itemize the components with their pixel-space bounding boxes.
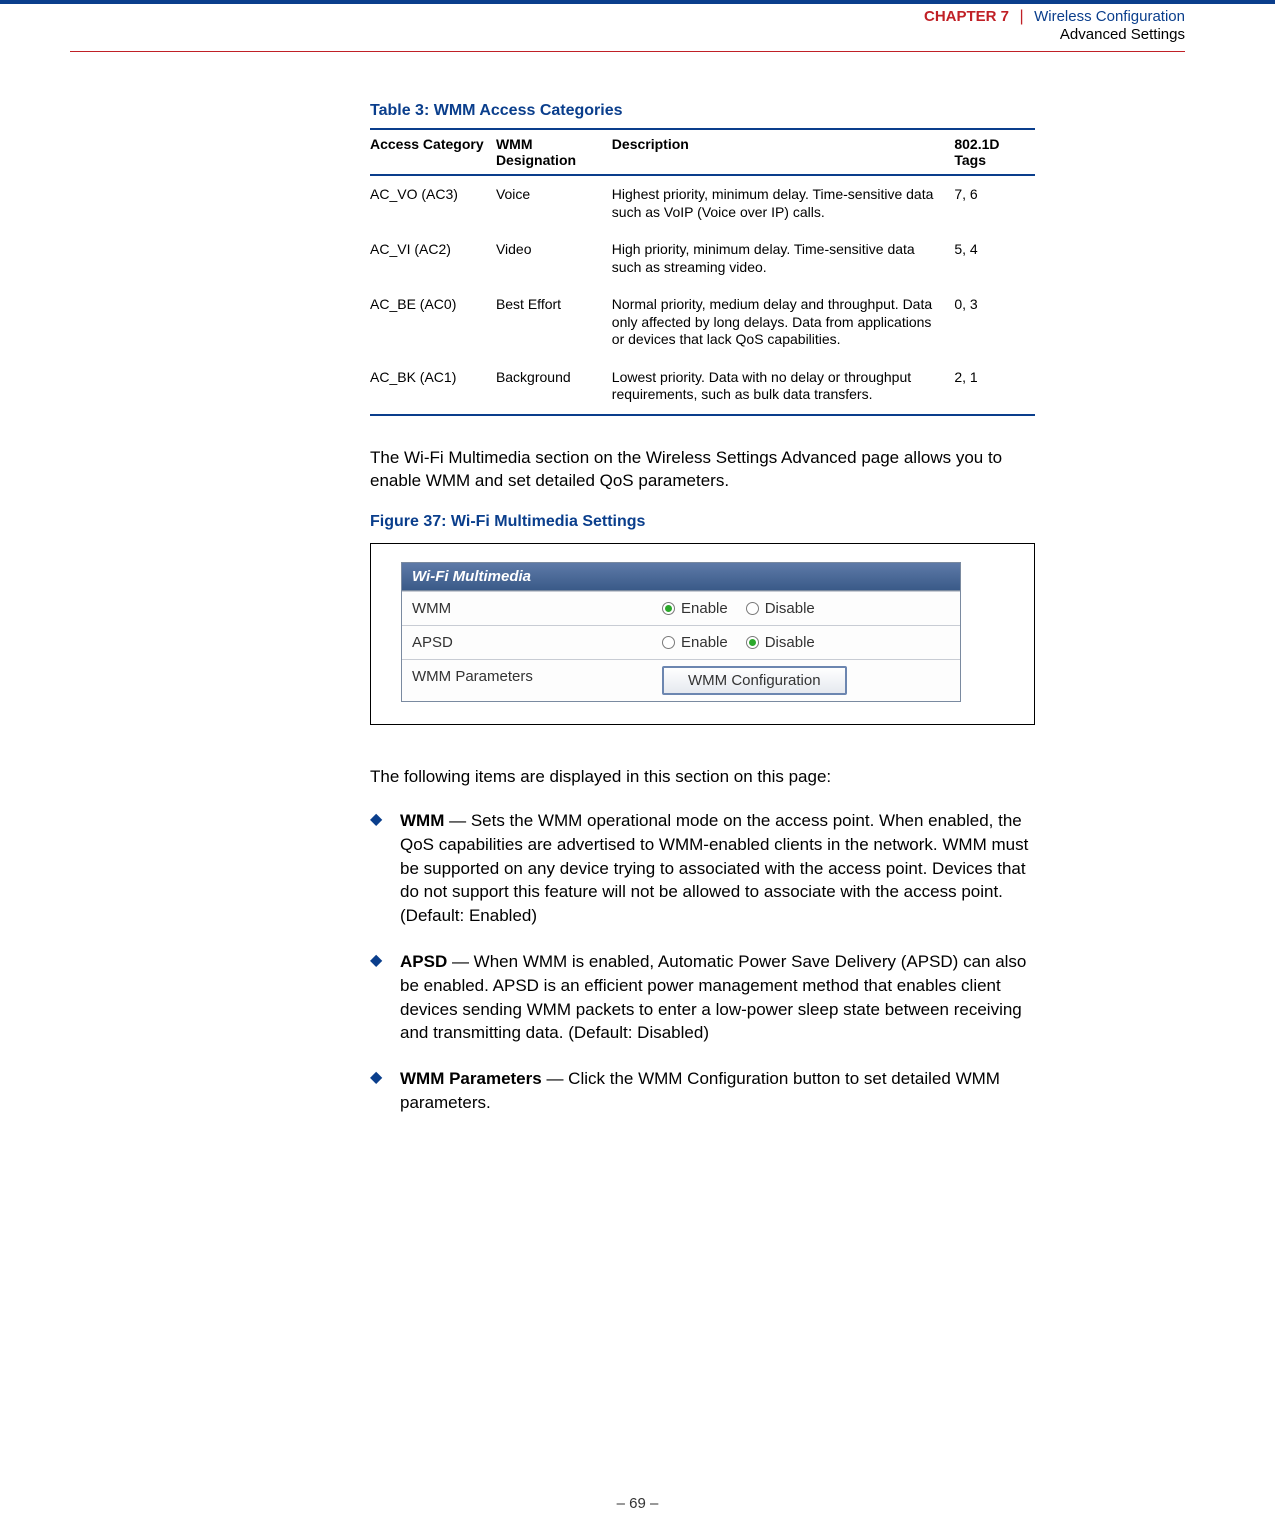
items-intro: The following items are displayed in thi… <box>370 765 1035 789</box>
cell-description: High priority, minimum delay. Time-sensi… <box>612 231 955 286</box>
table-row: AC_BE (AC0) Best Effort Normal priority,… <box>370 286 1035 359</box>
table-row: AC_VO (AC3) Voice Highest priority, mini… <box>370 175 1035 231</box>
item-term: WMM <box>400 811 444 830</box>
apsd-enable-text: Enable <box>681 634 728 651</box>
cell-wmm-designation: Background <box>496 359 612 415</box>
cell-tags: 7, 6 <box>954 175 1035 231</box>
list-item: ◆ APSD — When WMM is enabled, Automatic … <box>370 950 1035 1045</box>
item-text: — Sets the WMM operational mode on the a… <box>400 811 1028 925</box>
chapter-label: CHAPTER 7 <box>924 8 1009 25</box>
cell-access-category: AC_VO (AC3) <box>370 175 496 231</box>
th-access-category: Access Category <box>370 129 496 175</box>
item-term: APSD <box>400 952 447 971</box>
apsd-disable-radio[interactable] <box>746 636 759 649</box>
apsd-enable-radio[interactable] <box>662 636 675 649</box>
cell-description: Lowest priority. Data with no delay or t… <box>612 359 955 415</box>
header-divider: | <box>1013 8 1029 25</box>
wmm-configuration-button[interactable]: WMM Configuration <box>662 666 847 695</box>
table-title: Table 3: WMM Access Categories <box>370 102 1035 120</box>
items-list: ◆ WMM — Sets the WMM operational mode on… <box>370 809 1035 1115</box>
list-item: ◆ WMM Parameters — Click the WMM Configu… <box>370 1067 1035 1115</box>
cell-wmm-designation: Voice <box>496 175 612 231</box>
cell-description: Normal priority, medium delay and throug… <box>612 286 955 359</box>
header-rule <box>70 51 1185 52</box>
th-description: Description <box>612 129 955 175</box>
table-row: AC_VI (AC2) Video High priority, minimum… <box>370 231 1035 286</box>
wifi-multimedia-panel: Wi-Fi Multimedia WMM Enable Disable APSD <box>401 562 961 702</box>
wmm-params-label: WMM Parameters <box>402 660 652 701</box>
diamond-bullet-icon: ◆ <box>370 809 400 928</box>
diamond-bullet-icon: ◆ <box>370 950 400 1045</box>
chapter-subtitle: Advanced Settings <box>0 26 1185 43</box>
cell-tags: 5, 4 <box>954 231 1035 286</box>
cell-access-category: AC_VI (AC2) <box>370 231 496 286</box>
wmm-disable-radio[interactable] <box>746 602 759 615</box>
wmm-enable-radio[interactable] <box>662 602 675 615</box>
table-row: AC_BK (AC1) Background Lowest priority. … <box>370 359 1035 415</box>
apsd-disable-text: Disable <box>765 634 815 651</box>
cell-access-category: AC_BE (AC0) <box>370 286 496 359</box>
item-text: — When WMM is enabled, Automatic Power S… <box>400 952 1026 1042</box>
chapter-title: Wireless Configuration <box>1034 8 1185 25</box>
intro-paragraph: The Wi-Fi Multimedia section on the Wire… <box>370 446 1035 494</box>
figure-title: Figure 37: Wi-Fi Multimedia Settings <box>370 513 1035 531</box>
cell-wmm-designation: Video <box>496 231 612 286</box>
wmm-access-categories-table: Access Category WMM Designation Descript… <box>370 128 1035 416</box>
wmm-enable-text: Enable <box>681 600 728 617</box>
th-8021d-tags: 802.1D Tags <box>954 129 1035 175</box>
wmm-row: WMM Enable Disable <box>402 591 960 625</box>
cell-tags: 2, 1 <box>954 359 1035 415</box>
cell-description: Highest priority, minimum delay. Time-se… <box>612 175 955 231</box>
wmm-disable-text: Disable <box>765 600 815 617</box>
apsd-label: APSD <box>402 626 652 659</box>
page-footer: – 69 – <box>0 1495 1275 1512</box>
cell-access-category: AC_BK (AC1) <box>370 359 496 415</box>
th-wmm-designation: WMM Designation <box>496 129 612 175</box>
cell-tags: 0, 3 <box>954 286 1035 359</box>
panel-header: Wi-Fi Multimedia <box>402 563 960 591</box>
apsd-row: APSD Enable Disable <box>402 625 960 659</box>
cell-wmm-designation: Best Effort <box>496 286 612 359</box>
page-header: CHAPTER 7 | Wireless Configuration Advan… <box>0 0 1275 51</box>
table-header-row: Access Category WMM Designation Descript… <box>370 129 1035 175</box>
figure-box: Wi-Fi Multimedia WMM Enable Disable APSD <box>370 543 1035 725</box>
wmm-label: WMM <box>402 592 652 625</box>
diamond-bullet-icon: ◆ <box>370 1067 400 1115</box>
list-item: ◆ WMM — Sets the WMM operational mode on… <box>370 809 1035 928</box>
item-term: WMM Parameters <box>400 1069 542 1088</box>
wmm-params-row: WMM Parameters WMM Configuration <box>402 659 960 701</box>
